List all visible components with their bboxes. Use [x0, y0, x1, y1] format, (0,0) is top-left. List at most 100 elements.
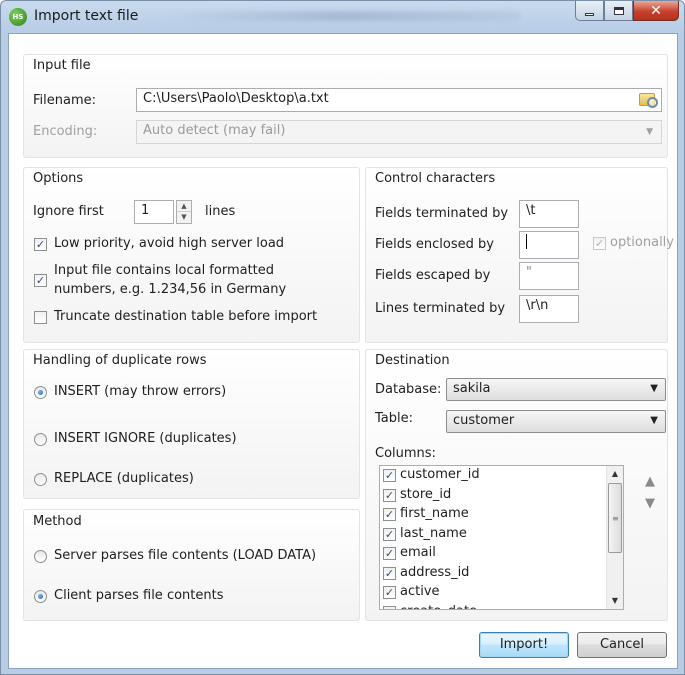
replace-label: REPLACE (duplicates) — [54, 471, 194, 486]
cancel-button[interactable]: Cancel — [577, 632, 667, 658]
control-characters-group-title: Control characters — [375, 171, 496, 186]
text-cursor — [526, 234, 527, 249]
scroll-thumb[interactable]: ≡ — [608, 483, 622, 553]
column-checkbox[interactable]: ✓ — [383, 547, 396, 560]
method-group-title: Method — [33, 514, 82, 529]
grip-icon: ≡ — [612, 514, 619, 523]
spinner-down-icon[interactable]: ▼ — [177, 212, 191, 223]
column-label: first_name — [400, 506, 469, 521]
truncate-label: Truncate destination table before import — [54, 309, 318, 324]
maximize-button[interactable] — [604, 1, 633, 21]
chevron-down-icon: ▼ — [650, 415, 658, 426]
title-bar[interactable]: HS Import text file ✕ — [1, 1, 684, 33]
encoding-label: Encoding: — [33, 124, 98, 139]
ignore-first-value: 1 — [141, 203, 150, 218]
fields-enclosed-label: Fields enclosed by — [375, 237, 494, 252]
column-checkbox[interactable]: ✓ — [383, 605, 396, 609]
lines-terminated-label: Lines terminated by — [375, 301, 506, 316]
lines-terminated-value: \r\n — [526, 298, 549, 313]
import-button[interactable]: Import! — [479, 632, 569, 658]
maximize-icon — [613, 6, 624, 15]
import-dialog-window: HS Import text file ✕ Input file Filenam… — [0, 0, 685, 675]
scroll-up-icon[interactable]: ▲ — [607, 466, 623, 482]
low-priority-checkbox[interactable]: ✓ — [34, 238, 47, 251]
spinner-up-icon[interactable]: ▲ — [177, 201, 191, 212]
truncate-checkbox[interactable] — [34, 311, 47, 324]
server-parses-radio[interactable] — [34, 550, 47, 563]
columns-listbox[interactable]: ✓ customer_id ✓ store_id ✓ first_name ✓ last… — [379, 465, 624, 610]
table-label: Table: — [375, 411, 413, 426]
minimize-button[interactable] — [575, 1, 604, 21]
destination-group-title: Destination — [375, 353, 450, 368]
local-format-checkbox[interactable]: ✓ — [34, 274, 47, 287]
optionally-checkbox[interactable]: ✓ — [593, 237, 606, 250]
move-down-icon[interactable]: ▼ — [641, 496, 659, 511]
local-format-label-line1: Input file contains local formatted — [54, 263, 275, 278]
list-item[interactable]: ✓ last_name — [380, 525, 623, 545]
window-title: Import text file — [34, 8, 139, 24]
list-item[interactable]: ✓ create_date — [380, 603, 623, 610]
columns-label: Columns: — [375, 446, 436, 461]
options-group-title: Options — [33, 171, 84, 186]
lines-label: lines — [205, 204, 236, 219]
fields-escaped-input[interactable]: " — [519, 262, 579, 290]
column-label: customer_id — [400, 467, 480, 482]
filename-value: C:\Users\Paolo\Desktop\a.txt — [143, 91, 329, 106]
move-up-icon[interactable]: ▲ — [641, 474, 659, 489]
server-parses-label: Server parses file contents (LOAD DATA) — [54, 548, 317, 563]
fields-terminated-input[interactable]: \t — [519, 200, 579, 228]
ignore-first-spinner[interactable]: ▲ ▼ — [176, 200, 192, 224]
optionally-label: optionally — [610, 235, 674, 250]
app-logo-icon: HS — [9, 8, 27, 26]
window-controls: ✕ — [575, 1, 679, 21]
list-item[interactable]: ✓ address_id — [380, 564, 623, 584]
list-item[interactable]: ✓ first_name — [380, 505, 623, 525]
control-characters-group — [365, 167, 668, 343]
column-checkbox[interactable]: ✓ — [383, 508, 396, 521]
database-select[interactable]: sakila ▼ — [446, 378, 666, 401]
insert-ignore-radio[interactable] — [34, 433, 47, 446]
fields-terminated-value: \t — [526, 203, 536, 218]
column-label: last_name — [400, 525, 467, 541]
minimize-icon — [585, 13, 594, 16]
column-checkbox[interactable]: ✓ — [383, 586, 396, 599]
insert-ignore-label: INSERT IGNORE (duplicates) — [54, 431, 237, 446]
table-value: customer — [453, 413, 515, 428]
blurred-title-detail — [161, 11, 521, 21]
ignore-first-input[interactable]: 1 — [134, 200, 174, 224]
fields-enclosed-input[interactable] — [519, 231, 579, 259]
lines-terminated-input[interactable]: \r\n — [519, 295, 579, 323]
fields-escaped-value: " — [526, 265, 532, 280]
columns-scrollbar[interactable]: ▲ ≡ ▼ — [606, 466, 623, 609]
column-checkbox[interactable]: ✓ — [383, 488, 396, 502]
column-checkbox[interactable]: ✓ — [383, 566, 396, 580]
insert-radio[interactable] — [34, 386, 47, 399]
browse-folder-icon[interactable] — [639, 93, 658, 108]
column-checkbox[interactable]: ✓ — [383, 527, 396, 541]
ignore-first-label: Ignore first — [33, 204, 104, 219]
client-parses-label: Client parses file contents — [54, 588, 224, 603]
database-value: sakila — [453, 381, 491, 396]
list-item[interactable]: ✓ customer_id — [380, 466, 623, 486]
replace-radio[interactable] — [34, 473, 47, 486]
filename-input[interactable]: C:\Users\Paolo\Desktop\a.txt — [136, 88, 662, 112]
list-item[interactable]: ✓ store_id — [380, 486, 623, 506]
client-parses-radio[interactable] — [34, 590, 47, 603]
fields-escaped-label: Fields escaped by — [375, 268, 491, 283]
encoding-select[interactable]: Auto detect (may fail) ▼ — [136, 120, 662, 144]
scroll-down-icon[interactable]: ▼ — [607, 593, 623, 609]
encoding-value: Auto detect (may fail) — [143, 123, 286, 138]
column-checkbox[interactable]: ✓ — [383, 469, 396, 482]
chevron-down-icon: ▼ — [650, 383, 658, 394]
input-file-group-title: Input file — [33, 58, 91, 73]
close-button[interactable]: ✕ — [633, 1, 679, 21]
insert-label: INSERT (may throw errors) — [54, 384, 227, 399]
list-item[interactable]: ✓ active — [380, 583, 623, 603]
list-item[interactable]: ✓ email — [380, 544, 623, 564]
column-label: active — [400, 584, 440, 599]
table-select[interactable]: customer ▼ — [446, 410, 666, 433]
duplicate-rows-group-title: Handling of duplicate rows — [33, 353, 207, 368]
dialog-body: Input file Filename: C:\Users\Paolo\Desk… — [8, 33, 678, 669]
database-label: Database: — [375, 382, 442, 397]
column-label: create_date — [400, 604, 477, 610]
